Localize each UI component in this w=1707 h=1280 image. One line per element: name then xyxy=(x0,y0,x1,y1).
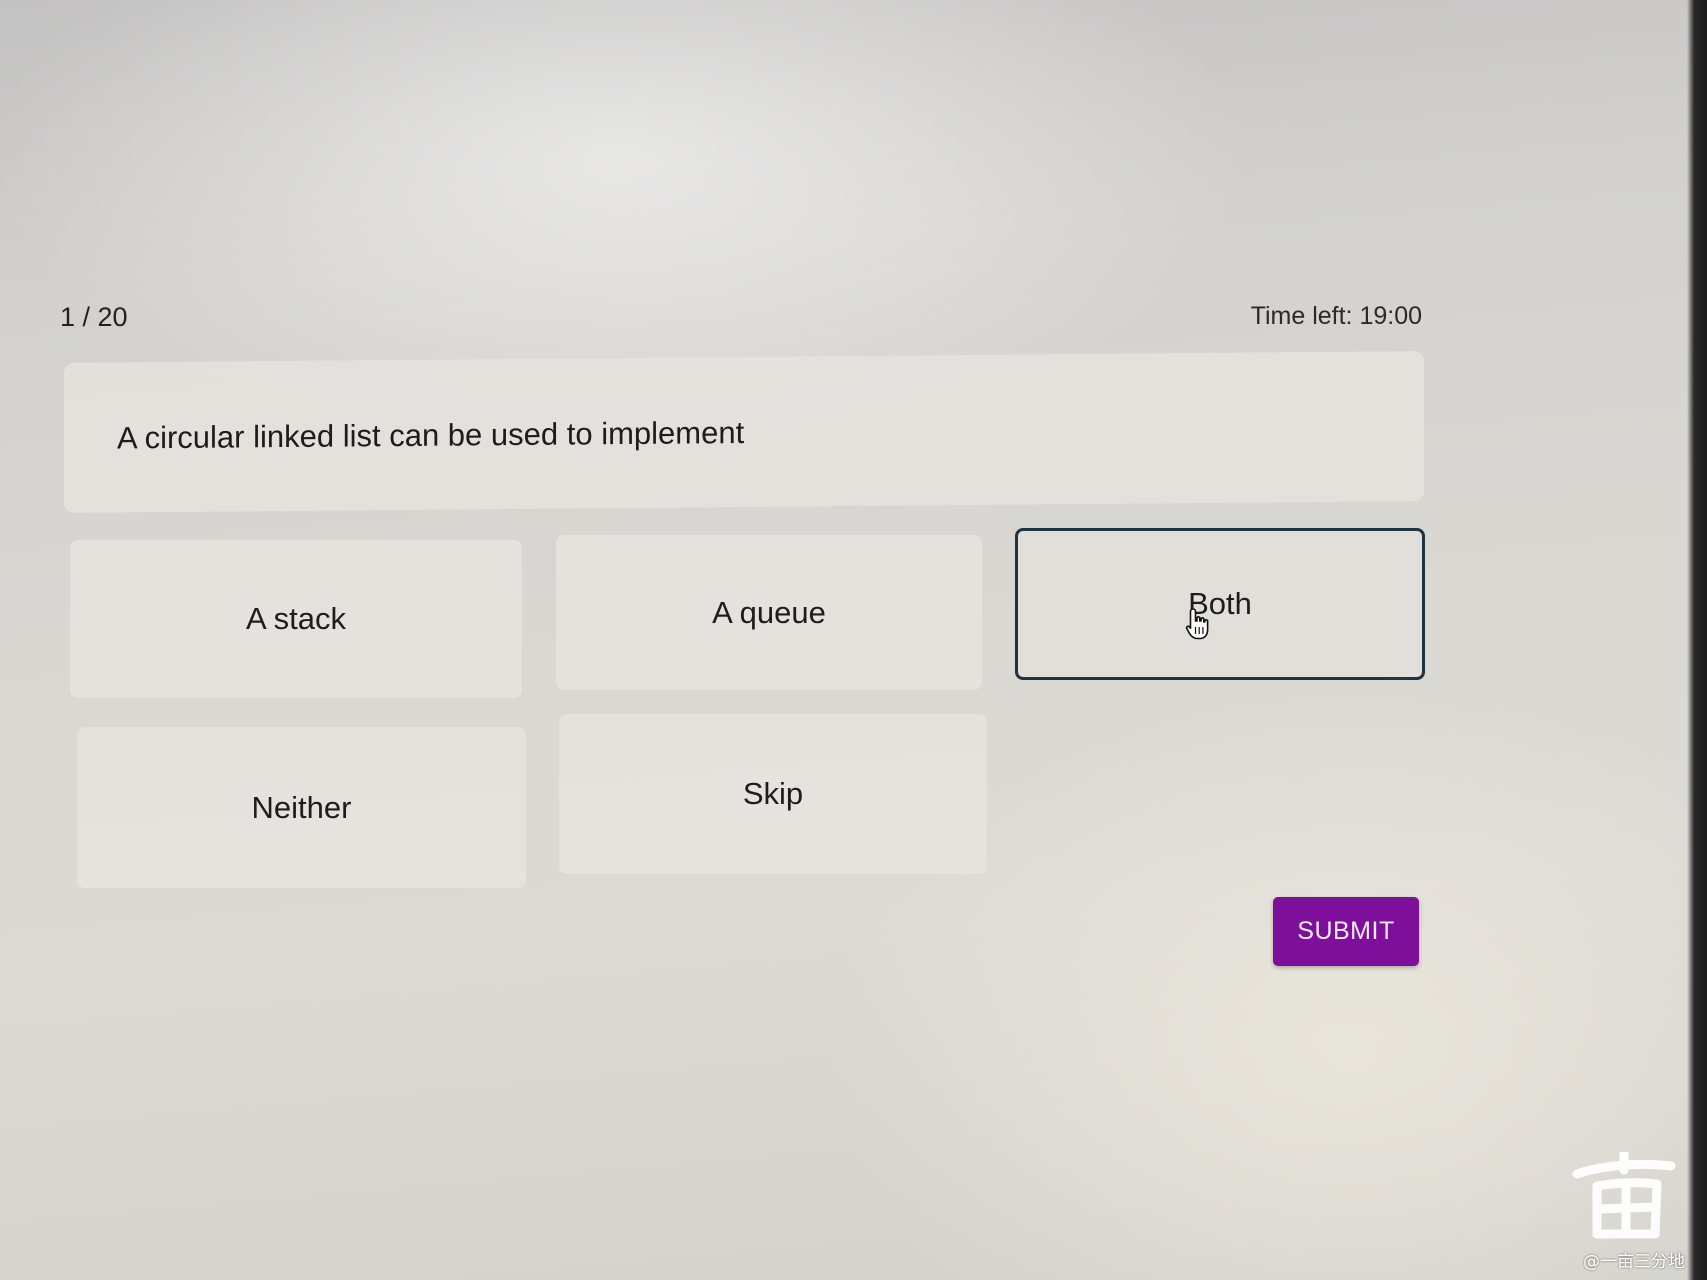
question-counter: 1 / 20 xyxy=(60,302,128,332)
watermark-text: @一亩三分地 xyxy=(1583,1252,1685,1272)
answer-option-a-queue[interactable]: A queue xyxy=(556,535,982,690)
answer-option-both[interactable]: Both xyxy=(1015,528,1425,680)
watermark-logo-icon xyxy=(1572,1152,1676,1239)
answer-option-label: A queue xyxy=(712,594,826,630)
answer-option-label: Skip xyxy=(742,776,804,811)
screen-bezel xyxy=(1687,0,1707,1280)
answer-option-label: Neither xyxy=(251,789,352,825)
answer-option-skip[interactable]: Skip xyxy=(559,714,987,874)
submit-button[interactable]: SUBMIT xyxy=(1273,897,1419,966)
answer-option-neither[interactable]: Neither xyxy=(77,727,526,888)
question-card: A circular linked list can be used to im… xyxy=(64,351,1424,513)
answer-option-label: A stack xyxy=(246,601,346,636)
question-text: A circular linked list can be used to im… xyxy=(117,414,745,456)
answer-option-a-stack[interactable]: A stack xyxy=(70,540,522,698)
hand-pointer-icon xyxy=(1185,608,1209,640)
watermark: @一亩三分地 xyxy=(1545,1152,1685,1272)
time-left: Time left: 19:00 xyxy=(1250,302,1422,330)
